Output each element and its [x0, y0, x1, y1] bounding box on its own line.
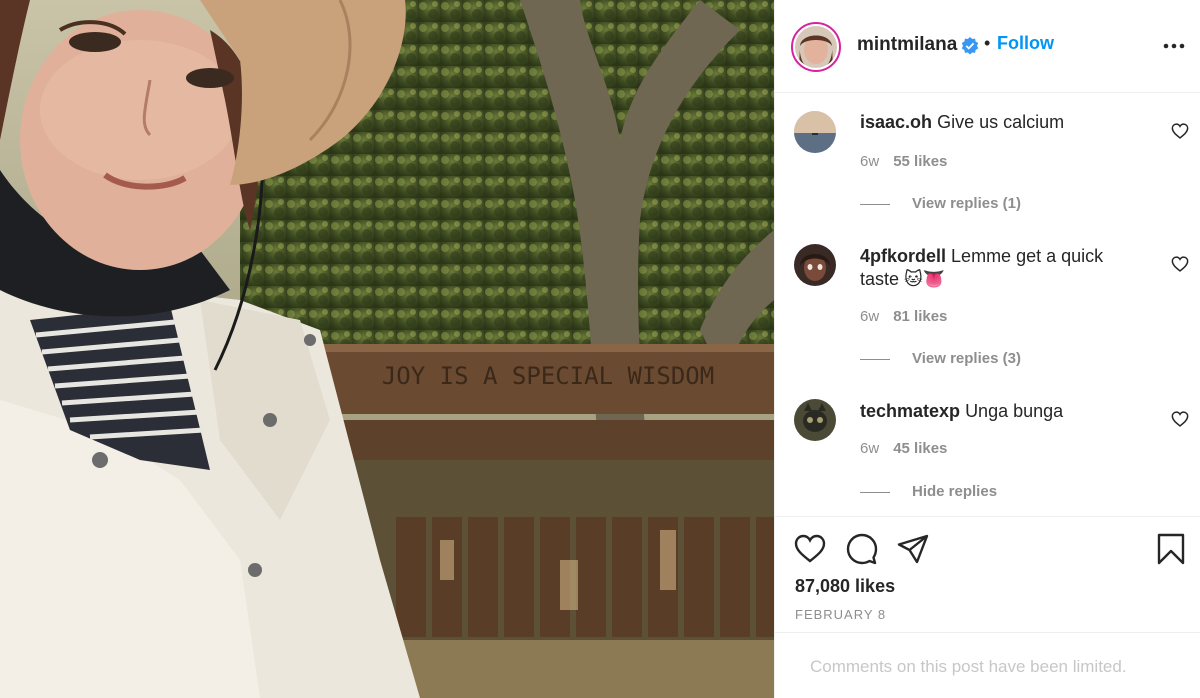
hide-replies-button[interactable]: Hide replies — [860, 483, 997, 500]
replies-divider — [860, 358, 890, 360]
comment-text: isaac.oh Give us calcium — [860, 111, 1140, 134]
heart-icon[interactable] — [1171, 256, 1189, 272]
commenter-avatar[interactable] — [794, 111, 836, 153]
replies-divider — [860, 491, 890, 493]
header-separator: • — [984, 33, 991, 53]
comments-list[interactable]: isaac.oh Give us calcium 6w 55 likes View… — [775, 94, 1200, 516]
comment-body: Give us calcium — [937, 112, 1065, 132]
comment-likes[interactable]: 81 likes — [893, 308, 947, 325]
bench-engraving: JOY IS A SPECIAL WISDOM — [382, 362, 714, 390]
comment-likes[interactable]: 45 likes — [893, 440, 947, 457]
commenter-username[interactable]: isaac.oh — [860, 112, 932, 132]
comment-meta: 6w 55 likes — [860, 153, 947, 170]
post-sidebar: mintmilana • Follow isaac.oh Give us cal… — [774, 0, 1200, 698]
heart-icon[interactable] — [794, 533, 826, 565]
comment-text: techmatexp Unga bunga — [860, 400, 1140, 423]
replies-divider — [860, 203, 890, 205]
comment-meta: 6w 81 likes — [860, 308, 947, 325]
commenter-avatar[interactable] — [794, 399, 836, 441]
comment-age: 6w — [860, 308, 880, 325]
comment-likes[interactable]: 55 likes — [893, 153, 947, 170]
comment-text: 4pfkordell Lemme get a quick taste 🐱👅 — [860, 245, 1140, 291]
author-avatar[interactable] — [791, 22, 841, 72]
commenter-username[interactable]: techmatexp — [860, 401, 960, 421]
author-username[interactable]: mintmilana — [857, 34, 957, 56]
bookmark-icon[interactable] — [1155, 533, 1187, 565]
limited-message: Comments on this post have been limited. — [810, 657, 1127, 676]
replies-label: View replies (1) — [912, 195, 1021, 212]
replies-label: View replies (3) — [912, 350, 1021, 367]
follow-button[interactable]: Follow — [997, 33, 1054, 54]
commenter-username[interactable]: 4pfkordell — [860, 246, 946, 266]
view-replies-button[interactable]: View replies (3) — [860, 350, 1021, 367]
heart-icon[interactable] — [1171, 411, 1189, 427]
post-photo: JOY IS A SPECIAL WISDOM — [0, 0, 774, 698]
more-options-icon[interactable] — [1161, 36, 1187, 56]
view-replies-button[interactable]: View replies (1) — [860, 195, 1021, 212]
replies-label: Hide replies — [912, 483, 998, 500]
comment-body: Unga bunga — [965, 401, 1064, 421]
verified-badge-icon — [961, 37, 979, 55]
likes-count[interactable]: 87,080 likes — [795, 576, 895, 597]
comments-limited-notice: Comments on this post have been limited. — [775, 632, 1200, 698]
comment-meta: 6w 45 likes — [860, 440, 947, 457]
heart-icon[interactable] — [1171, 123, 1189, 139]
post-actions: 87,080 likes FEBRUARY 8 — [775, 516, 1200, 632]
post-date[interactable]: FEBRUARY 8 — [795, 607, 886, 622]
comment-age: 6w — [860, 440, 880, 457]
post-header: mintmilana • Follow — [775, 0, 1200, 93]
commenter-avatar[interactable] — [794, 244, 836, 286]
share-icon[interactable] — [897, 533, 929, 565]
comment-age: 6w — [860, 153, 880, 170]
comment-icon[interactable] — [846, 533, 878, 565]
